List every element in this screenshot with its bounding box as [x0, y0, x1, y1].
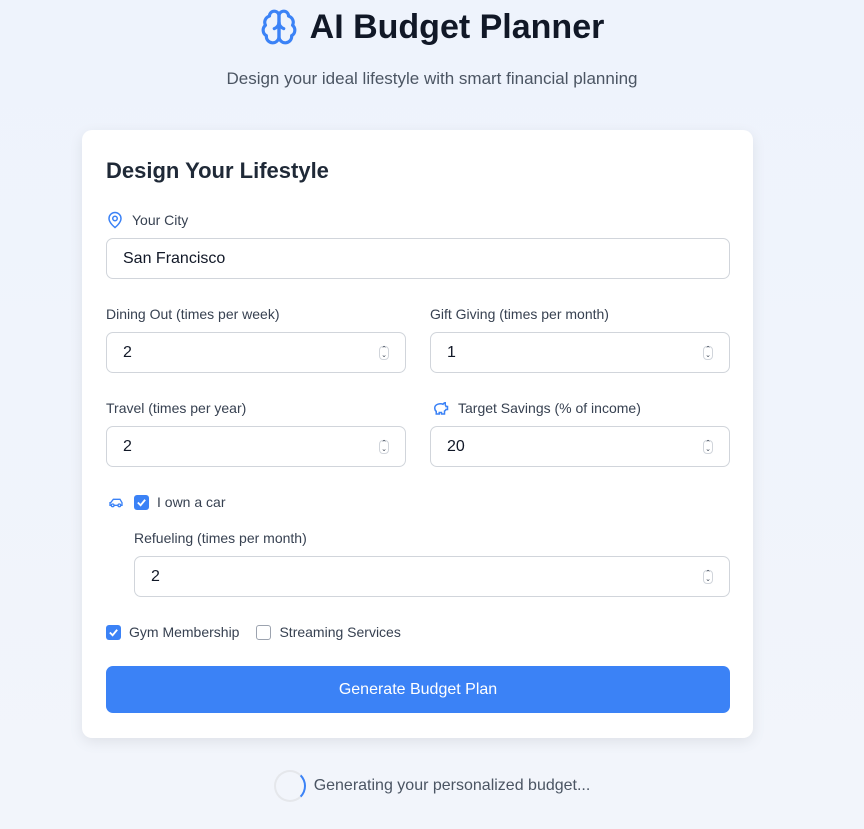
stepper-icon[interactable]: ⌃ ⌄ — [703, 345, 713, 360]
car-label: I own a car — [157, 494, 226, 510]
stepper-icon[interactable]: ⌃ ⌄ — [379, 439, 389, 454]
travel-label: Travel (times per year) — [106, 400, 247, 416]
piggy-bank-icon — [433, 401, 449, 415]
form-title: Design Your Lifestyle — [106, 158, 329, 183]
refuel-value: 2 — [151, 567, 160, 585]
dining-input[interactable]: 2 ⌃ ⌄ — [106, 332, 406, 373]
city-value: San Francisco — [123, 249, 226, 267]
dining-value: 2 — [123, 343, 132, 361]
options-row: Gym Membership Streaming Services — [106, 624, 401, 640]
travel-value: 2 — [123, 437, 132, 455]
car-icon — [109, 498, 123, 508]
car-row: I own a car — [106, 494, 225, 510]
gym-label: Gym Membership — [129, 624, 240, 640]
refuel-input[interactable]: 2 ⌃ ⌄ — [134, 556, 730, 597]
subtitle: Design your ideal lifestyle with smart f… — [226, 69, 638, 88]
streaming-checkbox[interactable] — [256, 624, 272, 640]
gifts-label: Gift Giving (times per month) — [430, 306, 609, 322]
dining-label: Dining Out (times per week) — [106, 306, 280, 322]
lifestyle-form: Design Your Lifestyle Your City San Fran… — [82, 130, 753, 738]
title-text: AI Budget Planner — [309, 7, 605, 46]
status-text: Generating your personalized budget... — [313, 777, 591, 794]
savings-label-text: Target Savings (% of income) — [458, 400, 641, 416]
gym-checkbox[interactable] — [106, 624, 121, 640]
savings-label: Target Savings (% of income) — [430, 399, 641, 417]
gifts-value: 1 — [447, 343, 456, 361]
travel-input[interactable]: 2 ⌃ ⌄ — [106, 426, 406, 467]
brain-icon — [261, 9, 297, 45]
map-pin-icon — [108, 211, 122, 229]
app-title: AI Budget Planner — [260, 6, 605, 48]
refuel-label: Refueling (times per month) — [134, 530, 307, 546]
stepper-icon[interactable]: ⌃ ⌄ — [379, 345, 389, 360]
spinner-icon — [273, 770, 306, 802]
city-label: Your City — [106, 211, 188, 229]
savings-input[interactable]: 20 ⌃ ⌄ — [430, 426, 730, 467]
car-checkbox[interactable] — [134, 494, 149, 510]
stepper-icon[interactable]: ⌃ ⌄ — [703, 439, 713, 454]
city-label-text: Your City — [132, 212, 189, 228]
header: AI Budget Planner Design your ideal life… — [0, 6, 864, 89]
loading-status: Generating your personalized budget... — [0, 770, 864, 802]
generate-button[interactable]: Generate Budget Plan — [106, 666, 730, 713]
streaming-label: Streaming Services — [279, 624, 401, 640]
savings-value: 20 — [447, 437, 465, 455]
city-input[interactable]: San Francisco — [106, 238, 730, 279]
stepper-icon[interactable]: ⌃ ⌄ — [703, 569, 713, 584]
gifts-input[interactable]: 1 ⌃ ⌄ — [430, 332, 730, 373]
